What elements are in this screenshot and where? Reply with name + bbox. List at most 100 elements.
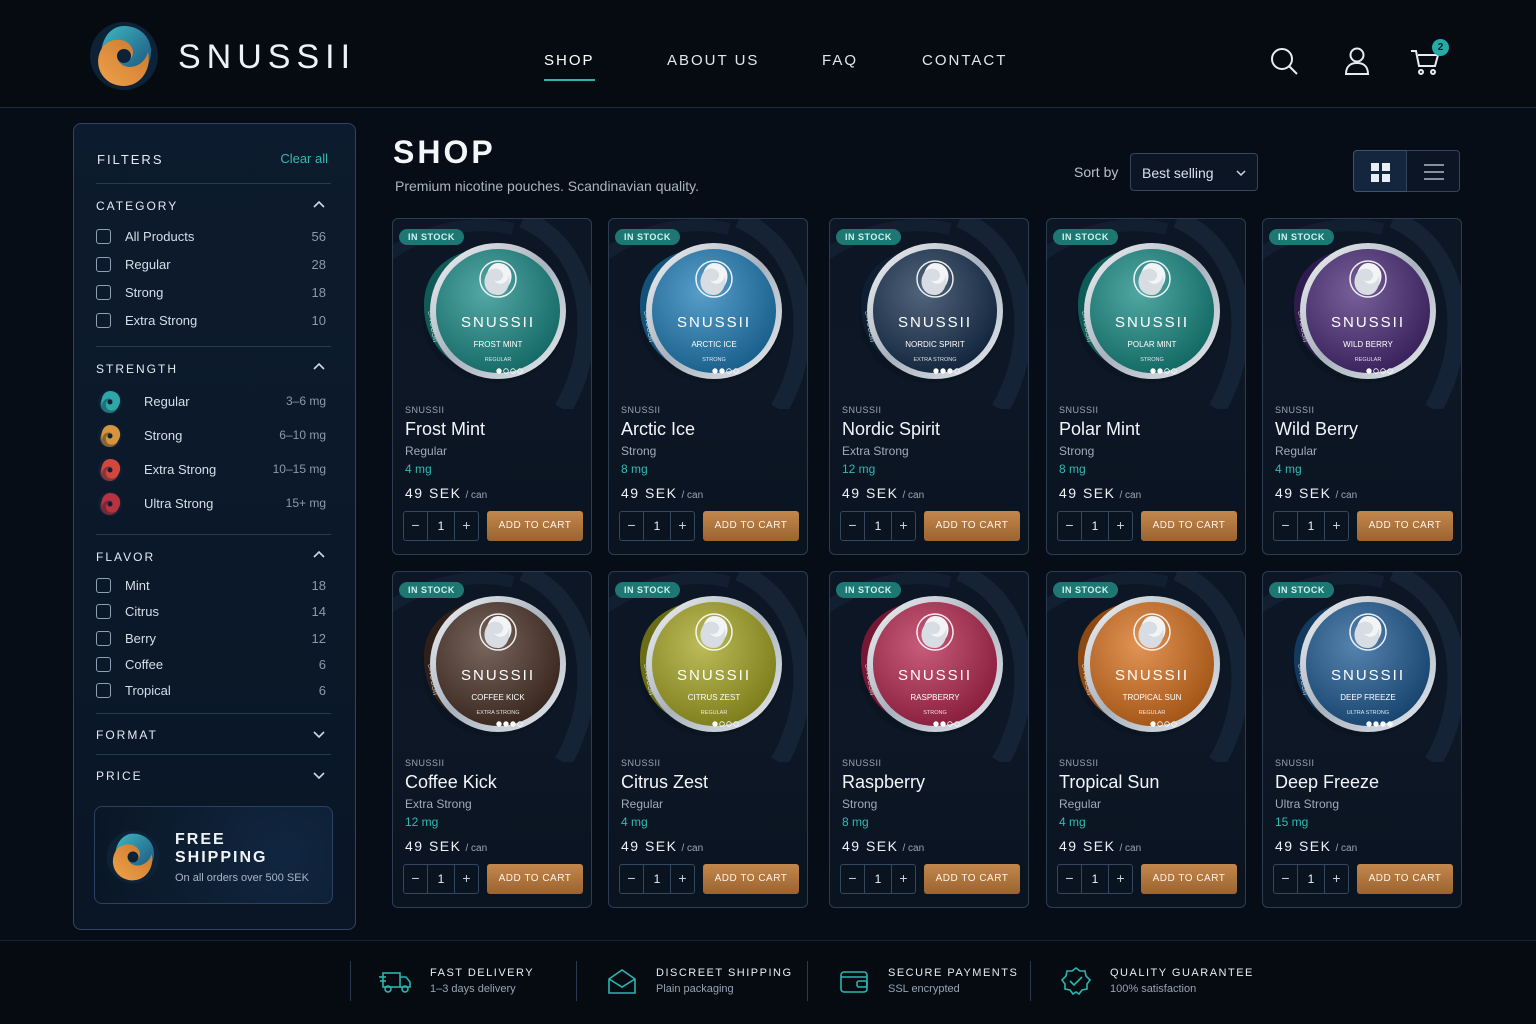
quantity-stepper[interactable]: −1 +	[840, 864, 916, 894]
product-name[interactable]: Arctic Ice	[621, 419, 695, 440]
checkbox[interactable]	[96, 229, 111, 244]
quantity-value[interactable]: 1	[1298, 872, 1324, 886]
list-view-button[interactable]	[1406, 150, 1460, 192]
category-section-title[interactable]: CATEGORY	[96, 199, 178, 213]
product-card[interactable]: SNUSSII SNUSSII TROPICAL SUN REGULAR IN STOC…	[1046, 571, 1246, 908]
quantity-value[interactable]: 1	[428, 872, 454, 886]
add-to-cart-button[interactable]: ADD TO CART	[924, 511, 1020, 541]
flavor-option[interactable]: Mint 18	[96, 577, 326, 597]
decrease-quantity-button[interactable]: −	[1274, 865, 1298, 893]
strength-option[interactable]: Extra Strong 10–15 mg	[96, 456, 326, 484]
product-card[interactable]: SNUSSII SNUSSII NORDIC SPIRIT EXTRA STRONG I…	[829, 218, 1029, 555]
product-card[interactable]: SNUSSIISNUSSIIARCTIC ICESTRONGIN STOCKSN…	[608, 218, 808, 555]
product-card[interactable]: SNUSSIISNUSSIIFROST MINTREGULARIN STOCKS…	[392, 218, 592, 555]
chevron-down-icon[interactable]	[312, 727, 326, 741]
product-can-image[interactable]: SNUSSIISNUSSIIWILD BERRYREGULAR	[1268, 241, 1440, 383]
decrease-quantity-button[interactable]: −	[404, 512, 428, 540]
flavor-option[interactable]: Citrus 14	[96, 603, 326, 623]
product-can-image[interactable]: SNUSSIISNUSSIIPOLAR MINTSTRONG	[1052, 241, 1224, 383]
increase-quantity-button[interactable]: +	[1108, 512, 1132, 540]
quantity-stepper[interactable]: −1 +	[1057, 511, 1133, 541]
product-can-image[interactable]: SNUSSIISNUSSIIDEEP FREEZEULTRA STRONG	[1268, 594, 1440, 736]
quantity-value[interactable]: 1	[1082, 519, 1108, 533]
checkbox[interactable]	[96, 683, 111, 698]
checkbox[interactable]	[96, 604, 111, 619]
quantity-value[interactable]: 1	[1082, 872, 1108, 886]
nav-faq[interactable]: FAQ	[822, 52, 858, 69]
decrease-quantity-button[interactable]: −	[841, 512, 865, 540]
strength-option[interactable]: Strong 6–10 mg	[96, 422, 326, 450]
checkbox[interactable]	[96, 313, 111, 328]
product-can-image[interactable]: SNUSSIISNUSSIIARCTIC ICESTRONG	[614, 241, 786, 383]
add-to-cart-button[interactable]: ADD TO CART	[1357, 511, 1453, 541]
add-to-cart-button[interactable]: ADD TO CART	[1357, 864, 1453, 894]
product-card[interactable]: SNUSSII SNUSSII COFFEE KICK EXTRA STRONG IN …	[392, 571, 592, 908]
checkbox[interactable]	[96, 257, 111, 272]
format-section-title[interactable]: FORMAT	[96, 728, 158, 742]
increase-quantity-button[interactable]: +	[891, 512, 915, 540]
brand-name[interactable]: SNUSSII	[178, 38, 356, 77]
checkbox[interactable]	[96, 631, 111, 646]
quantity-stepper[interactable]: −1 +	[1273, 864, 1349, 894]
quantity-stepper[interactable]: −1 +	[619, 864, 695, 894]
product-name[interactable]: Citrus Zest	[621, 772, 708, 793]
product-name[interactable]: Tropical Sun	[1059, 772, 1159, 793]
decrease-quantity-button[interactable]: −	[841, 865, 865, 893]
category-option[interactable]: Strong 18	[96, 284, 326, 304]
quantity-stepper[interactable]: −1 +	[403, 511, 479, 541]
product-name[interactable]: Polar Mint	[1059, 419, 1140, 440]
add-to-cart-button[interactable]: ADD TO CART	[1141, 864, 1237, 894]
chevron-up-icon[interactable]	[312, 360, 326, 374]
decrease-quantity-button[interactable]: −	[404, 865, 428, 893]
product-name[interactable]: Frost Mint	[405, 419, 485, 440]
product-card[interactable]: SNUSSII SNUSSII DEEP FREEZE ULTRA STRONG IN …	[1262, 571, 1462, 908]
checkbox[interactable]	[96, 578, 111, 593]
product-name[interactable]: Coffee Kick	[405, 772, 497, 793]
product-name[interactable]: Deep Freeze	[1275, 772, 1379, 793]
quantity-value[interactable]: 1	[865, 519, 891, 533]
clear-all-link[interactable]: Clear all	[280, 151, 328, 166]
flavor-option[interactable]: Coffee 6	[96, 656, 326, 676]
increase-quantity-button[interactable]: +	[670, 512, 694, 540]
decrease-quantity-button[interactable]: −	[620, 865, 644, 893]
increase-quantity-button[interactable]: +	[1324, 512, 1348, 540]
increase-quantity-button[interactable]: +	[454, 512, 478, 540]
decrease-quantity-button[interactable]: −	[620, 512, 644, 540]
add-to-cart-button[interactable]: ADD TO CART	[1141, 511, 1237, 541]
quantity-stepper[interactable]: −1 +	[403, 864, 479, 894]
flavor-section-title[interactable]: FLAVOR	[96, 550, 155, 564]
category-option[interactable]: Regular 28	[96, 256, 326, 276]
product-name[interactable]: Nordic Spirit	[842, 419, 940, 440]
product-can-image[interactable]: SNUSSIISNUSSIIFROST MINTREGULAR	[398, 241, 570, 383]
quantity-value[interactable]: 1	[644, 519, 670, 533]
brand-logo-icon[interactable]	[88, 20, 160, 92]
nav-about-us[interactable]: ABOUT US	[667, 52, 759, 69]
add-to-cart-button[interactable]: ADD TO CART	[703, 864, 799, 894]
sort-select[interactable]: Best selling	[1130, 153, 1258, 191]
quantity-value[interactable]: 1	[428, 519, 454, 533]
increase-quantity-button[interactable]: +	[670, 865, 694, 893]
flavor-option[interactable]: Berry 12	[96, 630, 326, 650]
decrease-quantity-button[interactable]: −	[1058, 512, 1082, 540]
category-option[interactable]: Extra Strong 10	[96, 312, 326, 332]
search-icon[interactable]	[1267, 44, 1301, 78]
chevron-down-icon[interactable]	[312, 768, 326, 782]
add-to-cart-button[interactable]: ADD TO CART	[703, 511, 799, 541]
chevron-up-icon[interactable]	[312, 198, 326, 212]
quantity-stepper[interactable]: −1 +	[840, 511, 916, 541]
product-card[interactable]: SNUSSIISNUSSIIRASPBERRYSTRONGIN STOCKSNU…	[829, 571, 1029, 908]
checkbox[interactable]	[96, 285, 111, 300]
quantity-value[interactable]: 1	[865, 872, 891, 886]
product-name[interactable]: Raspberry	[842, 772, 925, 793]
increase-quantity-button[interactable]: +	[891, 865, 915, 893]
quantity-stepper[interactable]: −1 +	[1057, 864, 1133, 894]
add-to-cart-button[interactable]: ADD TO CART	[487, 511, 583, 541]
checkbox[interactable]	[96, 657, 111, 672]
nav-contact[interactable]: CONTACT	[922, 52, 1007, 69]
quantity-value[interactable]: 1	[1298, 519, 1324, 533]
decrease-quantity-button[interactable]: −	[1274, 512, 1298, 540]
increase-quantity-button[interactable]: +	[454, 865, 478, 893]
quantity-stepper[interactable]: −1 +	[1273, 511, 1349, 541]
quantity-value[interactable]: 1	[644, 872, 670, 886]
category-option[interactable]: All Products 56	[96, 228, 326, 248]
